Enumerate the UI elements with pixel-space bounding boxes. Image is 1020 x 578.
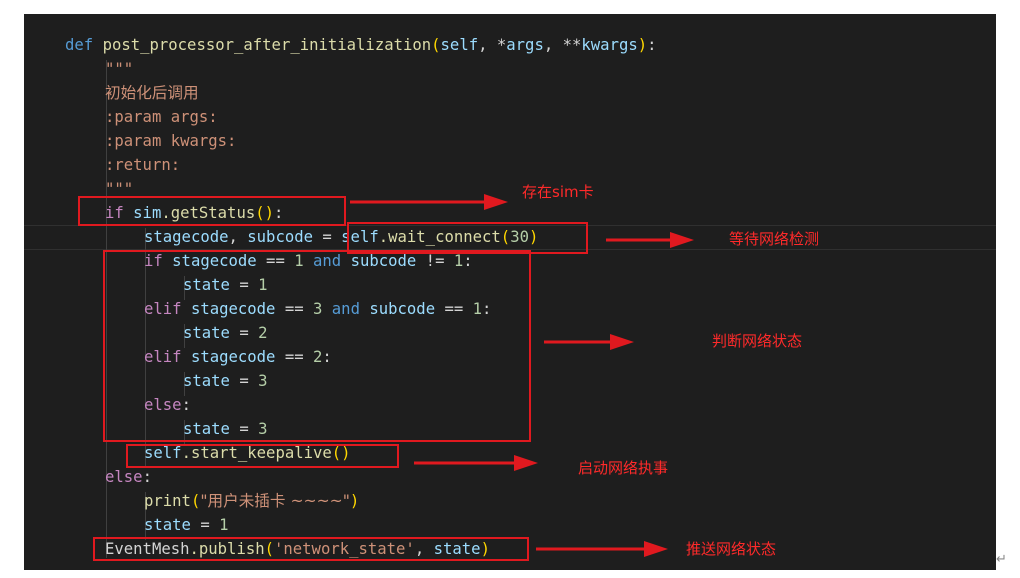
annotation-label-start: 启动网络执事 [578, 459, 669, 477]
annotation-label-wait: 等待网络检测 [729, 230, 820, 248]
arrow-sim [350, 194, 508, 210]
annotation-label-sim: 存在sim卡 [522, 183, 594, 201]
paragraph-return-icon: ↵ [996, 552, 1007, 567]
arrow-judge [544, 334, 634, 350]
arrow-keepalive [414, 455, 538, 471]
annotation-label-push: 推送网络状态 [686, 540, 777, 558]
annotation-label-judge: 判断网络状态 [712, 332, 803, 350]
arrow-wait [606, 232, 694, 248]
annotation-arrows [350, 194, 694, 557]
arrow-publish [536, 541, 668, 557]
